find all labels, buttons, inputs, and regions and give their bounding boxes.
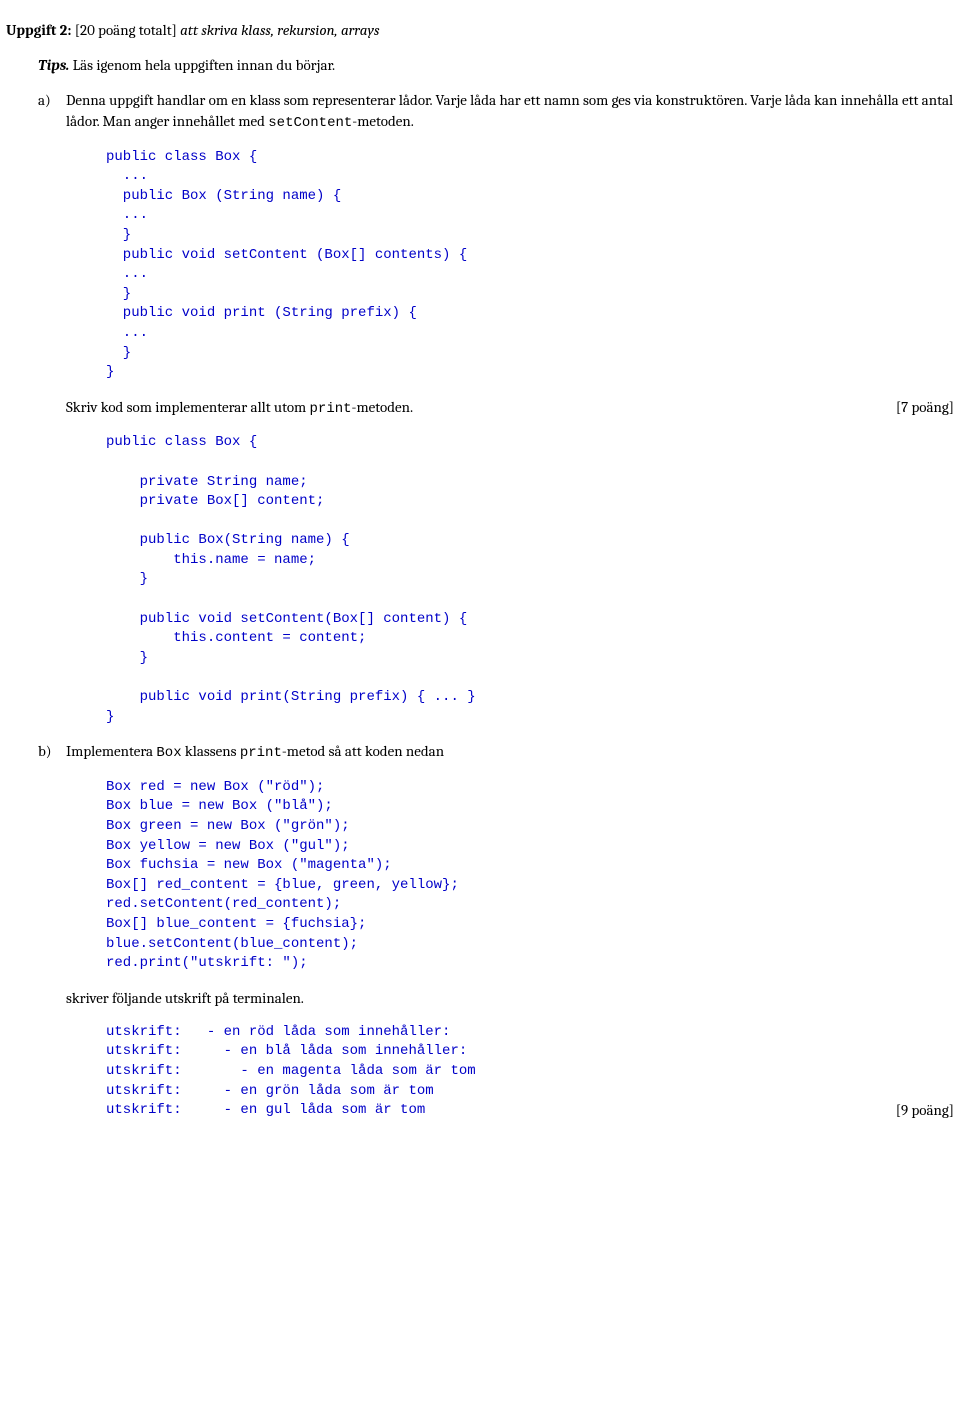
item-a-code-skeleton: public class Box { ... public Box (Strin… <box>106 148 954 383</box>
item-a-intro: Denna uppgift handlar om en klass som re… <box>66 90 954 134</box>
item-b-body: Implementera Box klassens print-metod så… <box>66 741 954 1121</box>
tips-text: Läs igenom hela uppgiften innan du börja… <box>73 56 335 74</box>
item-b-code-output: utskrift: - en röd låda som innehåller: … <box>106 1023 888 1121</box>
item-b-marker: b) <box>38 741 66 1121</box>
list-item-b: b) Implementera Box klassens print-metod… <box>38 741 954 1121</box>
b-intro-3: -metod så att koden nedan <box>282 742 444 760</box>
item-a-body: Denna uppgift handlar om en klass som re… <box>66 90 954 741</box>
item-b-mid-text: skriver följande utskrift på terminalen. <box>66 988 954 1009</box>
task-heading: Uppgift 2: [20 poäng totalt] att skriva … <box>6 20 954 41</box>
tips-line: Tips. Läs igenom hela uppgiften innan du… <box>38 55 954 76</box>
print-code-b: print <box>240 745 282 761</box>
setcontent-code: setContent <box>268 115 352 131</box>
item-a-skriv-row: Skriv kod som implementerar allt utom pr… <box>66 397 954 434</box>
print-code: print <box>310 401 352 417</box>
item-a-intro-text-2: -metoden. <box>352 112 414 130</box>
b-intro-2: klassens <box>182 742 240 760</box>
points-b: [9 poäng] <box>888 1100 954 1121</box>
box-code: Box <box>156 745 181 761</box>
heading-topic: att skriva klass, rekursion, arrays <box>180 21 379 39</box>
heading-prefix: Uppgift 2: <box>6 21 71 39</box>
list-item-a: a) Denna uppgift handlar om en klass som… <box>38 90 954 741</box>
skriv-text-2: -metoden. <box>352 398 414 416</box>
item-a-intro-text-1: Denna uppgift handlar om en klass som re… <box>66 91 953 130</box>
heading-points: [20 poäng totalt] <box>75 21 177 39</box>
item-b-output-row: utskrift: - en röd låda som innehåller: … <box>66 1023 954 1121</box>
item-b-code-setup: Box red = new Box ("röd"); Box blue = ne… <box>106 778 954 974</box>
points-a: [7 poäng] <box>888 397 954 434</box>
item-a-marker: a) <box>38 90 66 741</box>
b-intro-1: Implementera <box>66 742 156 760</box>
item-b-intro: Implementera Box klassens print-metod så… <box>66 741 954 764</box>
tips-label: Tips. <box>38 56 69 74</box>
item-a-code-solution: public class Box { private String name; … <box>106 433 954 727</box>
skriv-text-1: Skriv kod som implementerar allt utom <box>66 398 310 416</box>
item-a-skriv: Skriv kod som implementerar allt utom pr… <box>66 397 888 420</box>
